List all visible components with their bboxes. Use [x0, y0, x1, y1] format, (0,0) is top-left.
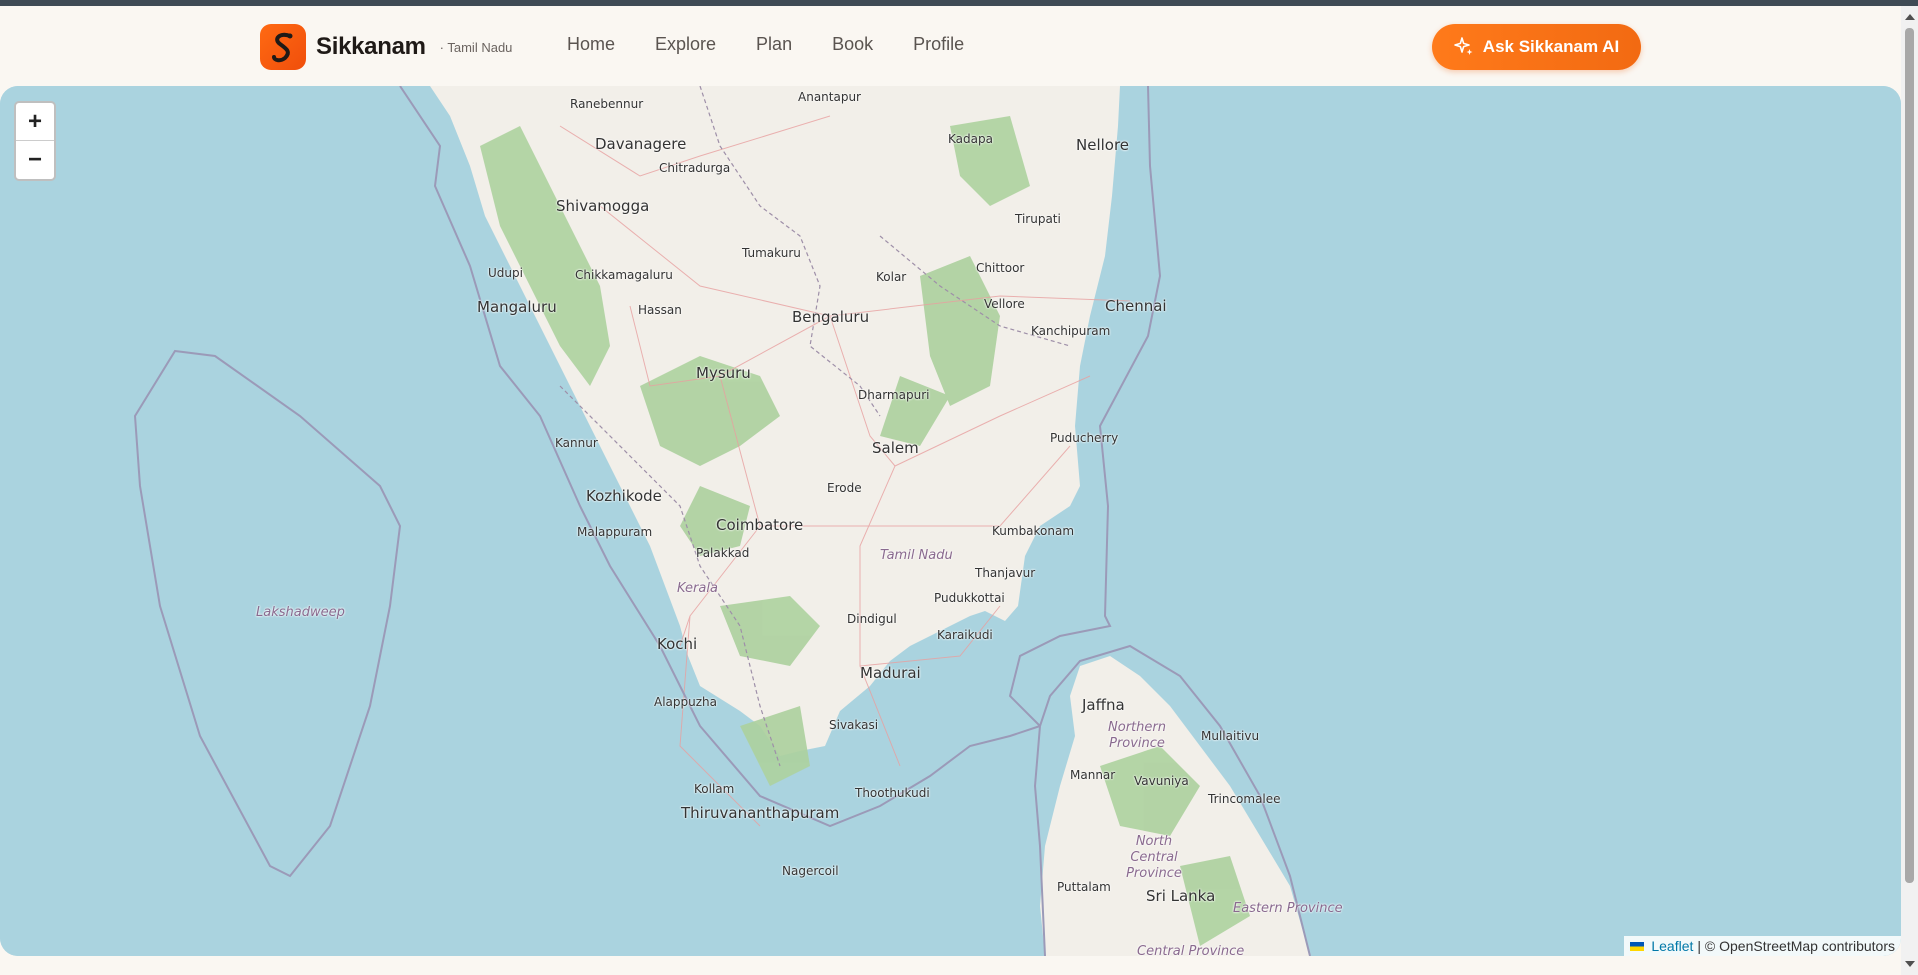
map-label: Kadapa [948, 132, 993, 146]
ask-ai-button[interactable]: Ask Sikkanam AI [1432, 24, 1641, 70]
nav-plan[interactable]: Plan [756, 34, 792, 55]
map-label: Mysuru [696, 364, 751, 382]
page-scrollbar[interactable] [1901, 6, 1918, 975]
nav-profile[interactable]: Profile [913, 34, 964, 55]
map-view[interactable]: + − Anantapur Ranebennur Davanagere Kada… [0, 86, 1901, 956]
sparkle-icon [1453, 37, 1473, 55]
map-label: Vellore [984, 297, 1025, 311]
zoom-control: + − [14, 101, 56, 181]
site-header: Sikkanam · Tamil Nadu Home Explore Plan … [0, 6, 1900, 86]
scroll-thumb[interactable] [1905, 28, 1914, 883]
brand-name: Sikkanam [316, 33, 426, 60]
map-label: Shivamogga [556, 197, 650, 215]
map-label: Kollam [694, 782, 735, 796]
osm-attribution-text: | © OpenStreetMap contributors [1697, 938, 1895, 954]
map-label: Kerala [677, 581, 718, 596]
map-label: Trincomalee [1208, 792, 1281, 806]
map-label: Dindigul [847, 612, 897, 626]
zoom-out-button[interactable]: − [16, 141, 54, 178]
nav-home[interactable]: Home [567, 34, 615, 55]
map-label: Madurai [860, 664, 921, 682]
brand-logo-icon [260, 24, 306, 70]
map-label: Kochi [657, 635, 698, 653]
map-label: Thanjavur [975, 566, 1036, 580]
leaflet-link[interactable]: Leaflet [1651, 938, 1693, 954]
map-label: Davanagere [595, 135, 687, 153]
map-label: Kumbakonam [992, 524, 1075, 538]
map-label: Chittoor [976, 261, 1025, 275]
map-label: Malappuram [577, 525, 653, 539]
map-label: Chennai [1105, 297, 1167, 315]
nav-book[interactable]: Book [832, 34, 873, 55]
map-label: Mangaluru [477, 298, 557, 316]
map-label: Salem [872, 439, 919, 457]
map-label: Karaikudi [937, 628, 993, 642]
map-label: Tirupati [1015, 212, 1061, 226]
map-label: Bengaluru [792, 308, 870, 326]
map-label: Lakshadweep [256, 605, 345, 620]
brand-region: · Tamil Nadu [439, 39, 513, 55]
map-label: Northern Province [1108, 720, 1166, 751]
map-label: Kannur [555, 436, 598, 450]
map-label: Sivakasi [829, 718, 879, 732]
map-label: Pudukkottai [934, 591, 1005, 605]
map-basemap [0, 86, 1901, 956]
map-label: Nagercoil [782, 864, 839, 878]
map-label: Jaffna [1082, 696, 1125, 714]
map-label: Dharmapuri [858, 388, 930, 402]
map-label: Erode [827, 481, 862, 495]
map-label: Alappuzha [654, 695, 717, 709]
map-label: Coimbatore [716, 516, 804, 534]
map-label: Chikkamagaluru [575, 268, 673, 282]
map-label: North Central Province [1126, 834, 1182, 881]
map-label: Udupi [488, 266, 523, 280]
map-label: Thiruvananthapuram [681, 804, 840, 822]
map-label: Puducherry [1050, 431, 1119, 445]
map-label: Central Province [1137, 944, 1245, 956]
map-label: Vavuniya [1134, 774, 1189, 788]
map-label: Mannar [1070, 768, 1116, 782]
map-label: Thoothukudi [855, 786, 930, 800]
map-label: Palakkad [696, 546, 750, 560]
map-label: Kolar [876, 270, 907, 284]
map-label: Anantapur [798, 90, 861, 104]
map-label: Hassan [638, 303, 682, 317]
map-label: Tamil Nadu [880, 548, 953, 563]
ask-ai-label: Ask Sikkanam AI [1482, 37, 1620, 56]
map-label: Mullaitivu [1201, 729, 1260, 743]
nav-explore[interactable]: Explore [655, 34, 716, 55]
map-label: Sri Lanka [1146, 887, 1216, 905]
map-label: Nellore [1076, 136, 1130, 154]
main-nav: Home Explore Plan Book Profile [567, 34, 1004, 55]
map-label: Puttalam [1057, 880, 1111, 894]
scroll-up-arrow-icon[interactable] [1905, 14, 1915, 20]
map-label: Tumakuru [742, 246, 801, 260]
ukraine-flag-icon [1630, 941, 1645, 951]
map-label: Eastern Province [1233, 901, 1343, 916]
zoom-in-button[interactable]: + [16, 103, 54, 141]
map-label: Chitradurga [659, 161, 731, 175]
map-label: Kozhikode [586, 487, 662, 505]
map-label: Kanchipuram [1031, 324, 1111, 338]
map-label: Ranebennur [570, 97, 644, 111]
brand[interactable]: Sikkanam · Tamil Nadu [260, 24, 512, 70]
scroll-down-arrow-icon[interactable] [1905, 961, 1915, 967]
map-attribution: Leaflet | © OpenStreetMap contributors [1624, 936, 1901, 956]
